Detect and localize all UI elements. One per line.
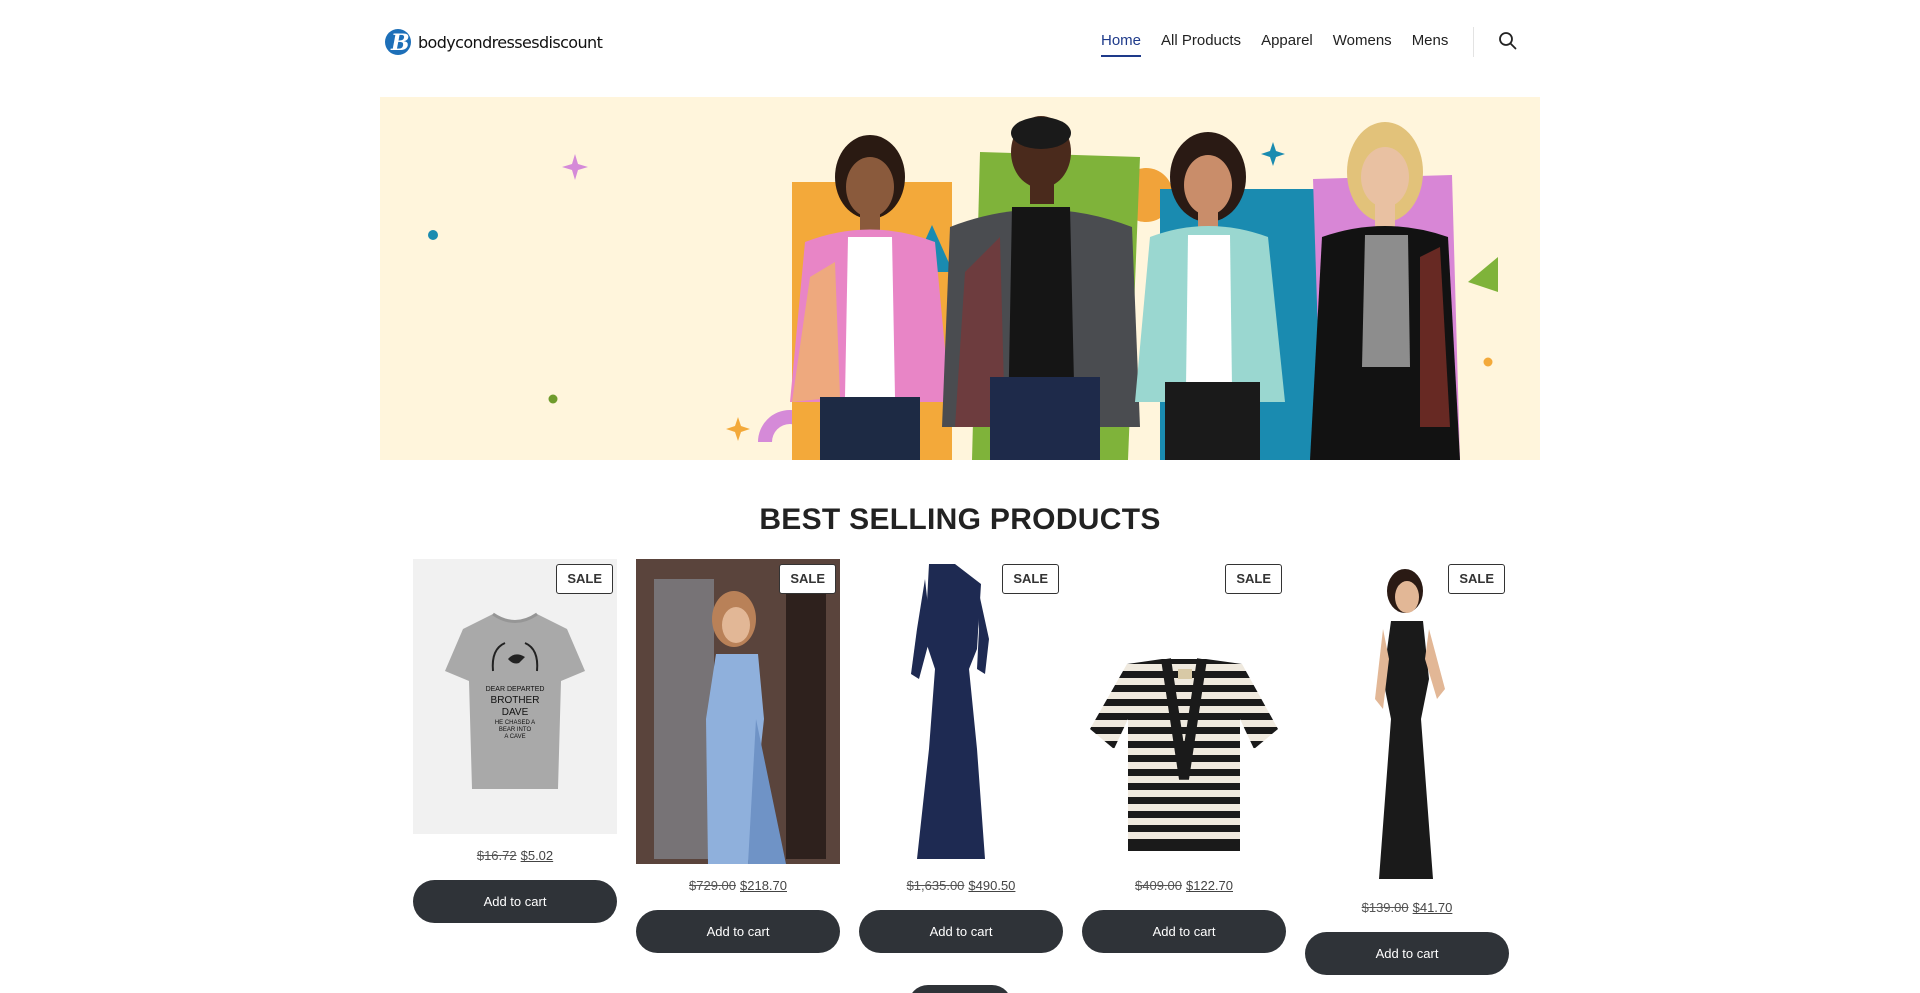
section-title: BEST SELLING PRODUCTS bbox=[759, 503, 1161, 536]
dress-image bbox=[911, 564, 989, 859]
product-image[interactable]: DEAR DEPARTED BROTHER DAVE HE CHASED A B… bbox=[413, 559, 617, 834]
sale-badge: SALE bbox=[556, 564, 613, 594]
nav-womens[interactable]: Womens bbox=[1333, 30, 1392, 52]
original-price: $409.00 bbox=[1135, 878, 1182, 893]
sparkle-icon bbox=[1261, 142, 1285, 166]
nav-divider bbox=[1473, 27, 1474, 57]
svg-text:DEAR DEPARTED: DEAR DEPARTED bbox=[486, 686, 545, 693]
site-logo[interactable]: B bodycondressesdiscount bbox=[382, 27, 603, 57]
product-image[interactable] bbox=[636, 559, 840, 864]
add-to-cart-button[interactable]: Add to cart bbox=[859, 910, 1063, 953]
sale-price: $41.70 bbox=[1412, 900, 1453, 915]
product-price: $729.00 $218.70 bbox=[636, 878, 840, 893]
add-to-cart-button[interactable]: Add to cart bbox=[413, 880, 617, 923]
product-price: $1,635.00 $490.50 bbox=[859, 878, 1063, 893]
dot-decoration bbox=[548, 394, 558, 404]
svg-text:DAVE: DAVE bbox=[502, 707, 529, 718]
dot-decoration bbox=[1483, 357, 1493, 367]
black-gown-image bbox=[1375, 569, 1445, 879]
add-to-cart-button[interactable]: Add to cart bbox=[1305, 932, 1509, 975]
sale-badge: SALE bbox=[1002, 564, 1059, 594]
original-price: $1,635.00 bbox=[906, 878, 965, 893]
hero-illustration bbox=[428, 116, 1498, 460]
nav-all-products[interactable]: All Products bbox=[1161, 30, 1241, 52]
view-more-button[interactable] bbox=[908, 985, 1012, 993]
svg-text:A CAVE: A CAVE bbox=[504, 734, 525, 740]
dot-decoration bbox=[428, 230, 438, 240]
cardigan-image bbox=[1090, 658, 1278, 851]
sale-price: $490.50 bbox=[968, 878, 1016, 893]
svg-text:BROTHER: BROTHER bbox=[491, 695, 540, 706]
sale-badge: SALE bbox=[779, 564, 836, 594]
nav-mens[interactable]: Mens bbox=[1412, 30, 1449, 52]
gown-image bbox=[636, 559, 840, 864]
nav-apparel[interactable]: Apparel bbox=[1261, 30, 1313, 52]
svg-text:BEAR INTO: BEAR INTO bbox=[499, 727, 532, 733]
model-woman-black-blazer bbox=[1310, 122, 1460, 460]
product-price: $16.72 $5.02 bbox=[413, 848, 617, 863]
site-header: B bodycondressesdiscount Home All Produc… bbox=[0, 0, 1920, 82]
triangle-decoration bbox=[1468, 257, 1498, 292]
product-price: $409.00 $122.70 bbox=[1082, 878, 1286, 893]
original-price: $16.72 bbox=[476, 848, 517, 863]
original-price: $139.00 bbox=[1361, 900, 1409, 915]
sparkle-icon bbox=[562, 154, 588, 180]
sparkle-icon bbox=[726, 417, 750, 441]
sale-price: $5.02 bbox=[520, 848, 554, 863]
tshirt-image: DEAR DEPARTED BROTHER DAVE HE CHASED A B… bbox=[445, 612, 585, 789]
search-icon bbox=[1499, 32, 1517, 50]
logo-text: bodycondressesdiscount bbox=[418, 32, 603, 52]
main-nav: Home All Products Apparel Womens Mens bbox=[1101, 30, 1468, 57]
sale-price: $218.70 bbox=[740, 878, 787, 893]
product-image[interactable] bbox=[859, 559, 1063, 864]
search-button[interactable] bbox=[1497, 30, 1519, 52]
sale-price: $122.70 bbox=[1186, 878, 1233, 893]
sale-badge: SALE bbox=[1225, 564, 1282, 594]
sale-badge: SALE bbox=[1448, 564, 1505, 594]
hero-banner[interactable] bbox=[380, 97, 1540, 460]
svg-text:HE CHASED A: HE CHASED A bbox=[495, 720, 535, 726]
product-image[interactable] bbox=[1305, 559, 1509, 886]
svg-text:B: B bbox=[390, 30, 410, 56]
add-to-cart-button[interactable]: Add to cart bbox=[636, 910, 840, 953]
add-to-cart-button[interactable]: Add to cart bbox=[1082, 910, 1286, 953]
logo-b-icon: B bbox=[385, 29, 411, 56]
nav-home[interactable]: Home bbox=[1101, 30, 1142, 57]
original-price: $729.00 bbox=[689, 878, 736, 893]
product-image[interactable] bbox=[1082, 559, 1286, 864]
product-price: $139.00 $41.70 bbox=[1305, 900, 1509, 915]
